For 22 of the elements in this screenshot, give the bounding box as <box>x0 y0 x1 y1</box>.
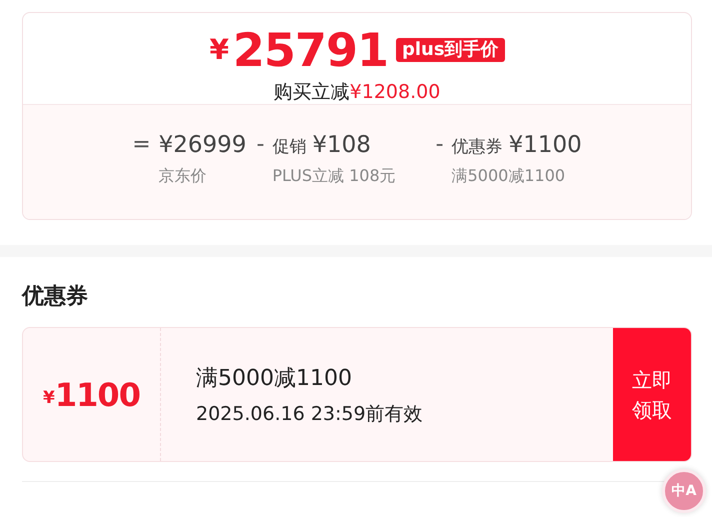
claim-button[interactable]: 立即领取 <box>613 328 691 461</box>
saving-text: 购买立减¥1208.00 <box>274 80 440 105</box>
price-tag: plus到手价 <box>396 38 505 62</box>
operator: - <box>256 132 264 158</box>
operator: - <box>436 132 444 158</box>
item-note: 满5000减1100 <box>452 166 566 187</box>
section-title: 优惠券 <box>22 283 89 311</box>
item-note: PLUS立减 108元 <box>272 166 396 187</box>
item-amount: ¥108 <box>312 132 371 158</box>
item-amount: ¥26999 <box>158 132 246 158</box>
item-amount: ¥1100 <box>508 132 582 158</box>
item-label: 优惠券 <box>452 136 503 158</box>
coupon-value: 1100 <box>54 376 140 414</box>
final-price: 25791 <box>232 27 388 73</box>
operator: = <box>132 132 151 158</box>
coupon-currency: ¥ <box>43 388 55 408</box>
translate-button[interactable]: 中A <box>662 469 706 513</box>
item-label: 促销 <box>272 136 306 158</box>
currency-symbol: ¥ <box>209 36 229 64</box>
coupon-validity: 2025.06.16 23:59前有效 <box>196 402 424 426</box>
coupon-condition: 满5000减1100 <box>196 364 353 392</box>
item-note: 京东价 <box>158 166 208 187</box>
